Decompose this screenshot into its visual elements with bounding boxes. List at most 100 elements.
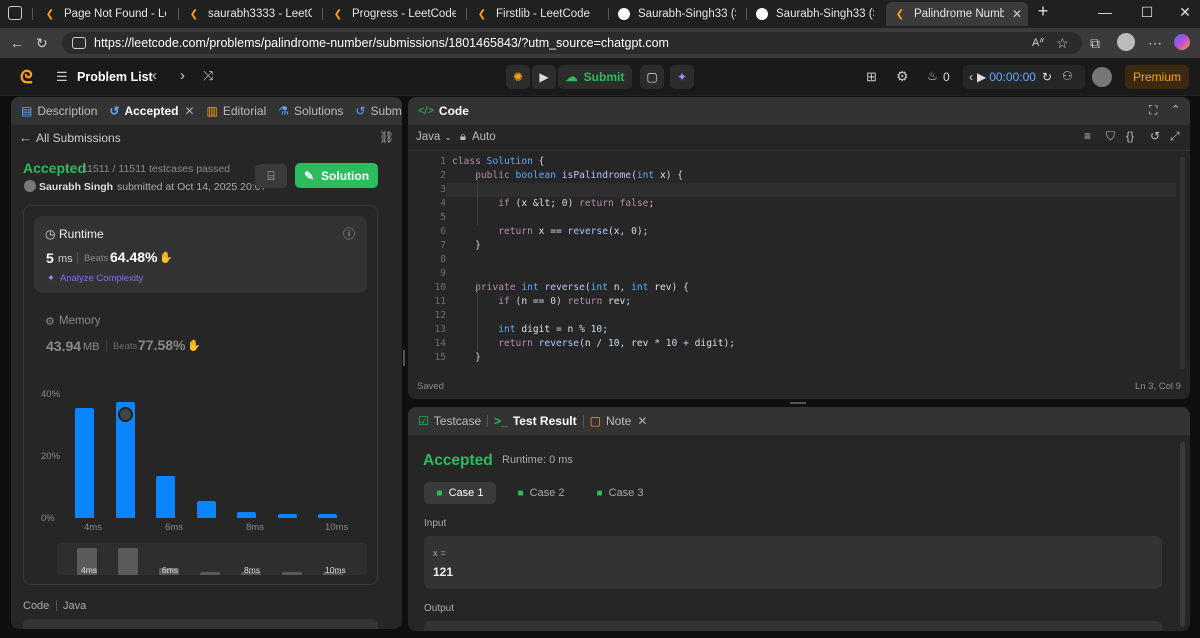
chart-bar[interactable]	[75, 407, 94, 518]
notes-button[interactable]: ▢	[640, 65, 664, 89]
info-icon[interactable]: ⓘ	[343, 225, 355, 242]
expand-icon[interactable]: ⤢	[1170, 129, 1180, 144]
case-1-tab[interactable]: ■ Case 1	[424, 482, 496, 504]
submit-button[interactable]: ☁ Submit	[558, 65, 632, 89]
refresh-icon[interactable]: ↻	[36, 35, 48, 52]
tab-test-result[interactable]: >_ Test Result	[488, 407, 582, 435]
line-number: 6	[440, 226, 446, 237]
tab-accepted[interactable]: ↺ Accepted ✕	[103, 97, 200, 125]
braces-icon[interactable]: {}	[1126, 129, 1134, 143]
browser-tab[interactable]: ❮ Page Not Found - Leet	[36, 2, 174, 26]
case-3-tab[interactable]: ■ Case 3	[585, 482, 655, 504]
code-line[interactable]: int digit = n % 10;	[452, 323, 608, 337]
runtime-distribution-chart[interactable]: 40% 20% 0% 4ms 6ms 8ms 10ms	[31, 382, 371, 542]
result-scrollbar[interactable]	[1180, 442, 1185, 627]
shuffle-icon[interactable]: ⤨	[203, 68, 213, 84]
code-line[interactable]: if (n == 0) return rev;	[452, 295, 631, 309]
browser-tab[interactable]: Saurabh-Singh33 (Sau	[610, 2, 744, 26]
premium-button[interactable]: Premium	[1125, 65, 1189, 89]
bookmark-icon[interactable]: ⛉	[1106, 129, 1115, 144]
code-line[interactable]: return x == reverse(x, 0);	[452, 225, 648, 239]
tab-editorial[interactable]: ▥ Editorial	[201, 97, 273, 125]
panel-resize-handle[interactable]	[403, 350, 405, 366]
browser-tab[interactable]: ❮ Firstlib - LeetCode	[468, 2, 608, 26]
line-number: 13	[434, 324, 446, 335]
language-select[interactable]: Java	[416, 131, 440, 143]
memory-card[interactable]: ⚙ Memory 43.94 MB Beats 77.58% ✋	[34, 304, 367, 359]
add-user-icon[interactable]: ⚇	[1062, 69, 1073, 83]
memory-beats-label: Beats	[113, 341, 138, 352]
maximize-button[interactable]: ☐	[1132, 4, 1162, 21]
editor-scrollbar[interactable]	[1180, 157, 1185, 369]
tab-solutions[interactable]: ⚗ Solutions	[272, 97, 349, 125]
code-area[interactable]: 1 class Solution {2 public boolean isPali…	[408, 155, 1190, 369]
notebook-button[interactable]: ⌸	[255, 164, 287, 188]
chart-bar[interactable]	[237, 512, 256, 518]
tab-note[interactable]: ▢ Note ✕	[584, 407, 654, 435]
analyze-complexity-link[interactable]: Analyze Complexity	[60, 273, 143, 284]
chart-bar[interactable]	[156, 476, 175, 518]
back-arrow-icon[interactable]: ←	[19, 130, 32, 145]
problem-list-link[interactable]: Problem List	[77, 70, 153, 84]
ai-assist-button[interactable]: ✦	[670, 65, 694, 89]
chart-range-navigator[interactable]: 4ms 6ms 8ms 10ms	[57, 543, 367, 575]
chart-bar[interactable]	[277, 514, 297, 518]
code-line[interactable]: }	[452, 351, 481, 365]
copilot-icon[interactable]	[1174, 34, 1190, 50]
next-problem-icon[interactable]: ›	[180, 67, 185, 84]
collections-icon[interactable]: ⧉	[1090, 35, 1100, 52]
case-2-tab[interactable]: ■ Case 2	[506, 482, 576, 504]
avatar[interactable]	[1092, 67, 1112, 87]
layout-icon[interactable]: ⊞	[866, 69, 877, 85]
code-line[interactable]: class Solution {	[452, 155, 544, 169]
all-submissions-link[interactable]: All Submissions	[36, 131, 121, 145]
settings-gear-icon[interactable]: ⚙	[896, 68, 909, 85]
submitted-time: submitted at Oct 14, 2025 20:07	[117, 181, 267, 193]
tab-description[interactable]: ▤ Description	[11, 97, 103, 125]
new-tab-button[interactable]: +	[1028, 1, 1058, 22]
read-aloud-icon[interactable]: Aᐥ	[1032, 36, 1044, 49]
fullscreen-icon[interactable]: ⛶	[1149, 103, 1157, 118]
prev-problem-icon[interactable]: ‹	[152, 67, 157, 84]
back-icon[interactable]: ←	[10, 35, 24, 51]
runtime-beats: 64.48%	[110, 249, 158, 265]
collapse-icon[interactable]: ⌃	[1171, 103, 1180, 116]
reset-code-icon[interactable]: ↺	[1150, 129, 1160, 143]
vertical-resize-handle[interactable]	[790, 402, 806, 404]
close-tab-icon[interactable]: ✕	[1012, 7, 1022, 21]
close-tab-icon[interactable]: ✕	[184, 104, 194, 118]
close-window-button[interactable]: ✕	[1170, 4, 1200, 21]
chart-bar[interactable]	[318, 514, 337, 518]
minimize-button[interactable]: —	[1090, 4, 1120, 20]
runtime-card[interactable]: ◷ Runtime ⓘ 5 ms Beats 64.48% ✋ ✦ Analyz…	[34, 216, 367, 293]
browser-tab[interactable]: ❮ Progress - LeetCode	[324, 2, 464, 26]
code-line[interactable]: private int reverse(int n, int rev) {	[452, 281, 689, 295]
solution-button[interactable]: ✎ Solution	[295, 163, 378, 188]
code-line[interactable]: public boolean isPalindrome(int x) {	[452, 169, 683, 183]
tab-testcase[interactable]: ☑ Testcase	[408, 407, 487, 435]
code-line[interactable]: return reverse(n / 10, rev * 10 + digit)…	[452, 337, 735, 351]
url-field[interactable]: https://leetcode.com/problems/palindrome…	[62, 32, 1082, 54]
debug-button[interactable]: ✺	[506, 65, 530, 89]
browser-tab[interactable]: Saurabh-Singh33 (Sau	[748, 2, 882, 26]
profile-avatar-icon[interactable]	[1117, 33, 1135, 51]
format-icon[interactable]: ≡	[1084, 129, 1091, 143]
run-button[interactable]: ▶	[532, 65, 556, 89]
leetcode-logo-icon[interactable]: ᘓ	[20, 67, 33, 88]
browser-tab[interactable]: ❮ saurabh3333 - LeetCod	[180, 2, 320, 26]
tab-submissions[interactable]: ↺Submis	[349, 97, 402, 125]
x-tick-label: 4ms	[84, 522, 102, 533]
favorite-star-icon[interactable]: ☆	[1056, 35, 1069, 52]
code-line[interactable]: if (x &lt; 0) return false;	[452, 197, 654, 211]
input-box[interactable]: x = 121	[424, 536, 1162, 589]
browser-tab-active[interactable]: ❮ Palindrome Number - ✕	[886, 2, 1028, 26]
author-name[interactable]: Saurabh Singh	[39, 181, 113, 193]
mode-label[interactable]: Auto	[472, 131, 496, 143]
close-tab-icon[interactable]: ✕	[637, 414, 647, 428]
chart-bar[interactable]	[196, 500, 216, 518]
code-line[interactable]: }	[452, 239, 481, 253]
current-line-highlight	[446, 183, 1176, 197]
share-link-icon[interactable]: ⛓	[379, 130, 394, 144]
more-menu-icon[interactable]: ⋯	[1148, 35, 1162, 52]
tab-actions-icon[interactable]	[8, 6, 22, 20]
